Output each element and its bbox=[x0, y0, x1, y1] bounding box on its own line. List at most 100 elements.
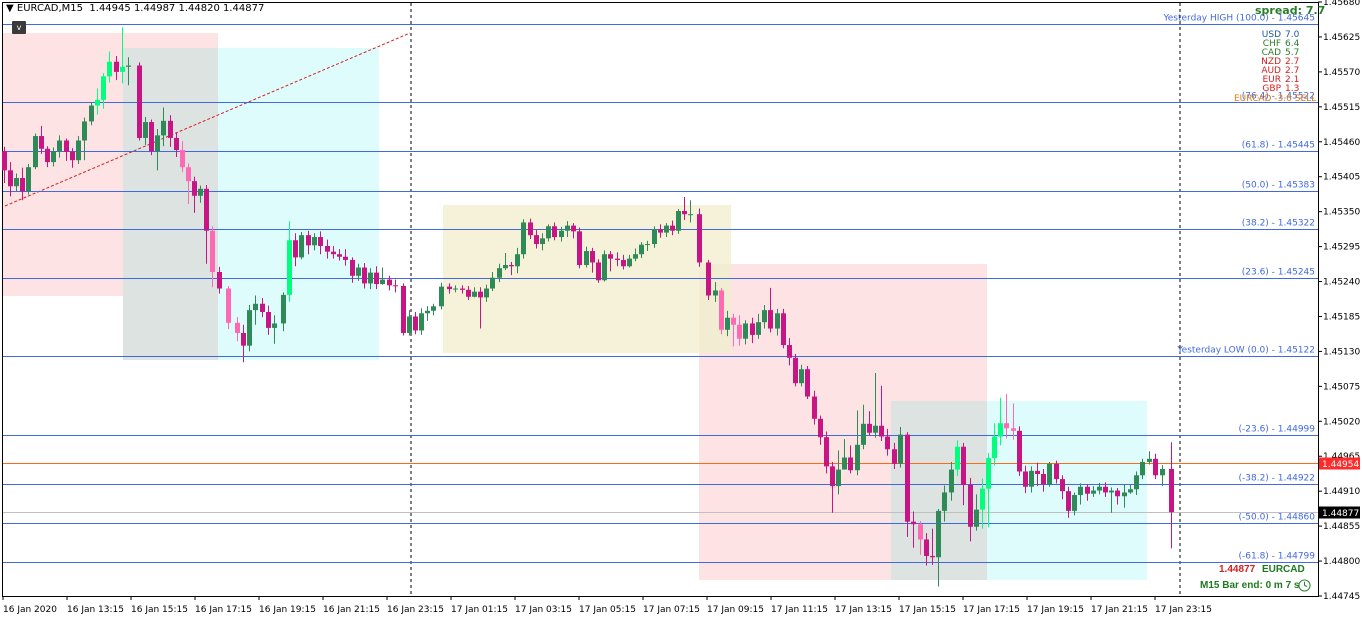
price-tick-label: 1.45350 bbox=[1323, 208, 1360, 218]
candle-body bbox=[924, 539, 929, 556]
candle-body bbox=[497, 268, 502, 278]
candle-body bbox=[337, 254, 342, 257]
candle-body bbox=[725, 317, 730, 330]
candle-body bbox=[998, 423, 1003, 437]
candle-body bbox=[1160, 468, 1165, 476]
candle-body bbox=[343, 256, 348, 260]
candle-body bbox=[192, 181, 197, 196]
candle-body bbox=[478, 291, 483, 298]
candle-body bbox=[515, 254, 520, 267]
price-tick-label: 1.45185 bbox=[1323, 312, 1360, 322]
menu-arrow-icon[interactable]: ▼ bbox=[6, 3, 14, 14]
price-tick-label: 1.45460 bbox=[1323, 138, 1360, 148]
one-click-trading-button[interactable]: v bbox=[12, 21, 26, 34]
candle-body bbox=[161, 120, 166, 136]
candle-body bbox=[955, 446, 960, 470]
time-tick-label: 17 Jan 23:15 bbox=[1155, 605, 1212, 615]
candle-body bbox=[312, 237, 317, 246]
candle-body bbox=[949, 469, 954, 493]
candle-body bbox=[855, 444, 860, 471]
candle-body bbox=[645, 244, 650, 246]
candle-body bbox=[137, 65, 142, 138]
candle-body bbox=[260, 303, 265, 313]
candle-body bbox=[204, 188, 209, 231]
price-tick-label: 1.44855 bbox=[1323, 522, 1360, 532]
candle-body bbox=[114, 61, 119, 72]
candle-body bbox=[1091, 490, 1096, 494]
candle-body bbox=[768, 310, 773, 329]
candle-body bbox=[460, 288, 465, 290]
candle-body bbox=[885, 436, 890, 450]
candle-body bbox=[374, 272, 379, 285]
candle-body bbox=[805, 369, 810, 397]
candle-body bbox=[210, 230, 215, 272]
candle-body bbox=[961, 446, 966, 485]
time-tick-label: 16 Jan 13:15 bbox=[67, 605, 124, 615]
candle-body bbox=[652, 229, 657, 245]
candle-body bbox=[95, 99, 100, 106]
candle-body bbox=[484, 288, 489, 298]
candle-body bbox=[503, 265, 508, 269]
fib-level-label: (38.2) - 1.45322 bbox=[1242, 219, 1315, 229]
candle-body bbox=[1066, 491, 1071, 511]
ask-price-text: 1.44877 bbox=[1322, 509, 1359, 519]
candle-body bbox=[64, 140, 69, 152]
price-tick-label: 1.45625 bbox=[1323, 33, 1360, 43]
candle-body bbox=[577, 231, 582, 266]
candle-body bbox=[217, 272, 222, 289]
candle-body bbox=[750, 323, 755, 335]
candle-body bbox=[552, 226, 557, 238]
candle-body bbox=[1097, 486, 1102, 491]
strength-row: GBP 1.3 bbox=[1255, 85, 1305, 94]
candle-body bbox=[787, 345, 792, 358]
candle-body bbox=[281, 294, 286, 324]
candle-body bbox=[490, 277, 495, 289]
candle-body bbox=[1153, 458, 1158, 476]
candle-body bbox=[670, 225, 675, 231]
candle-body bbox=[306, 235, 311, 246]
price-tick-label: 1.44800 bbox=[1323, 557, 1360, 567]
fib-level-label: (-23.6) - 1.44999 bbox=[1239, 425, 1316, 435]
candle-body bbox=[1078, 486, 1083, 495]
candle-body bbox=[621, 259, 626, 267]
candle-body bbox=[241, 332, 246, 346]
symbol-text: EURCAD bbox=[1261, 564, 1305, 575]
fib-level-label: (61.8) - 1.45445 bbox=[1242, 141, 1315, 151]
price-chart[interactable]: Yesterday HIGH (100.0) - 1.45645(76.4) -… bbox=[0, 0, 1362, 621]
candle-body bbox=[930, 555, 935, 558]
candle-body bbox=[546, 226, 551, 239]
candle-body bbox=[980, 488, 985, 510]
pair-strength-label: EURCAD -3.6 SELL bbox=[1234, 94, 1317, 104]
candle-body bbox=[713, 290, 718, 296]
time-tick-label: 17 Jan 09:15 bbox=[707, 605, 764, 615]
fib-level-label: (-38.2) - 1.44922 bbox=[1239, 474, 1316, 484]
candle-body bbox=[76, 140, 81, 161]
candle-body bbox=[1047, 463, 1052, 485]
fib-level-label: (-61.8) - 1.44799 bbox=[1239, 552, 1316, 562]
candle-body bbox=[731, 317, 736, 325]
candle-body bbox=[325, 245, 330, 252]
candle-body bbox=[1023, 471, 1028, 487]
currency-strength-panel: USD 7.0 CHF 6.4 CAD 5.7 NZD 2.7 AUD 2.7 EUR 2.1 GBP 1… bbox=[1255, 31, 1305, 94]
candle-body bbox=[1147, 458, 1152, 462]
candle-body bbox=[762, 310, 767, 323]
candle-body bbox=[688, 214, 693, 216]
candle-body bbox=[1004, 423, 1009, 429]
price-tick-label: 1.45515 bbox=[1323, 103, 1360, 113]
candle-body bbox=[20, 177, 25, 192]
candle-body bbox=[393, 285, 398, 287]
candle-body bbox=[830, 466, 835, 487]
candle-body bbox=[70, 151, 75, 161]
candle-body bbox=[615, 258, 620, 260]
candle-body bbox=[1035, 470, 1040, 475]
time-tick-label: 17 Jan 01:15 bbox=[451, 605, 508, 615]
time-tick-label: 17 Jan 17:15 bbox=[963, 605, 1020, 615]
time-tick-label: 16 Jan 19:15 bbox=[259, 605, 316, 615]
candle-body bbox=[1169, 468, 1174, 513]
time-tick-label: 16 Jan 23:15 bbox=[387, 605, 444, 615]
strength-currency: GBP bbox=[1262, 84, 1281, 94]
time-tick-label: 17 Jan 15:15 bbox=[899, 605, 956, 615]
candle-body bbox=[168, 120, 173, 138]
candle-body bbox=[380, 279, 385, 285]
candle-body bbox=[266, 312, 271, 328]
